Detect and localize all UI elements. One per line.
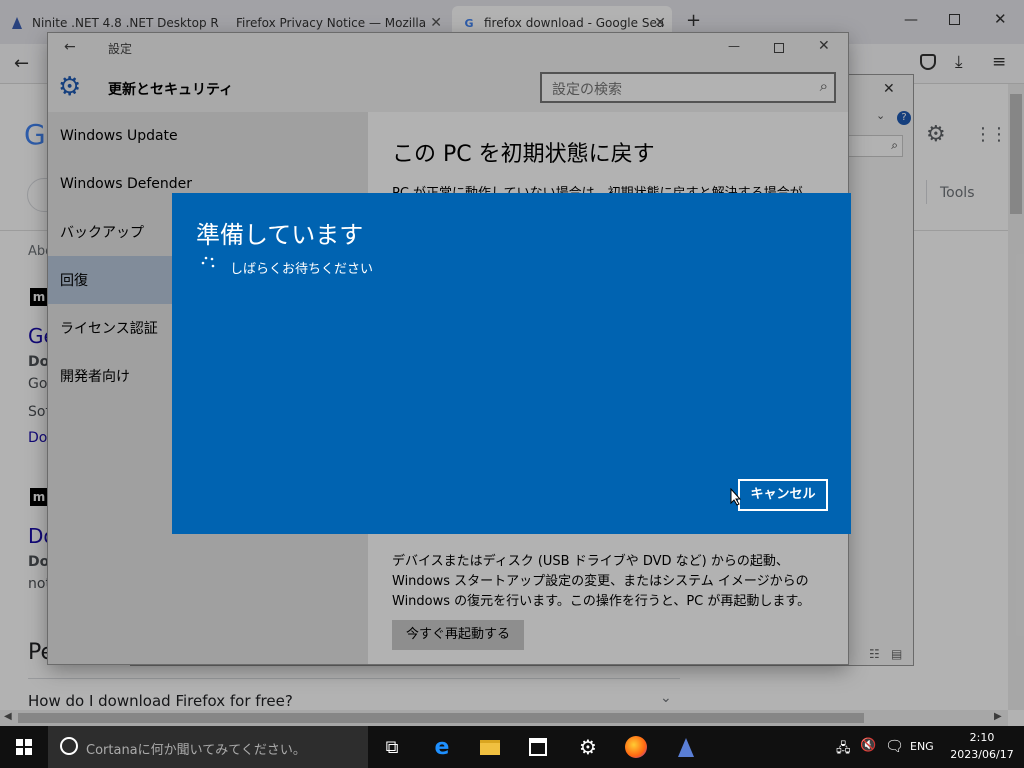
ninite-icon[interactable] — [662, 726, 710, 768]
edge-icon[interactable]: e — [418, 726, 466, 768]
firefox-icon[interactable] — [612, 726, 660, 768]
start-windows-icon[interactable] — [0, 726, 48, 768]
store-icon[interactable] — [514, 726, 562, 768]
cancel-button[interactable]: キャンセル — [738, 479, 828, 511]
mouse-cursor-icon — [730, 487, 742, 510]
dialog-title: 準備しています — [196, 221, 364, 249]
dialog-message: しばらくお待ちください — [230, 262, 374, 277]
volume-muted-icon[interactable]: 🔇 — [860, 738, 876, 753]
settings-gear-icon[interactable]: ⚙ — [564, 726, 612, 768]
notification-icon[interactable]: 🗨 — [885, 737, 904, 755]
spinner-icon — [200, 255, 216, 271]
language-indicator[interactable]: ENG — [910, 740, 934, 753]
cortana-icon — [60, 737, 78, 755]
task-view-icon[interactable]: ⧉ — [368, 726, 416, 768]
network-icon[interactable]: 🖧 — [836, 739, 851, 761]
reset-progress-dialog: 準備しています しばらくお待ちください キャンセル — [172, 193, 851, 534]
taskbar: Cortanaに何か聞いてみてください。 ⧉ e ⚙ 🖧 🔇 🗨 ENG 2:1… — [0, 726, 1024, 768]
cortana-placeholder: Cortanaに何か聞いてみてください。 — [86, 743, 306, 758]
cortana-search-box[interactable]: Cortanaに何か聞いてみてください。 — [48, 726, 368, 768]
file-explorer-icon[interactable] — [466, 726, 514, 768]
clock-date[interactable]: 2023/06/17 — [944, 748, 1020, 761]
clock-time[interactable]: 2:10 — [950, 731, 1014, 744]
